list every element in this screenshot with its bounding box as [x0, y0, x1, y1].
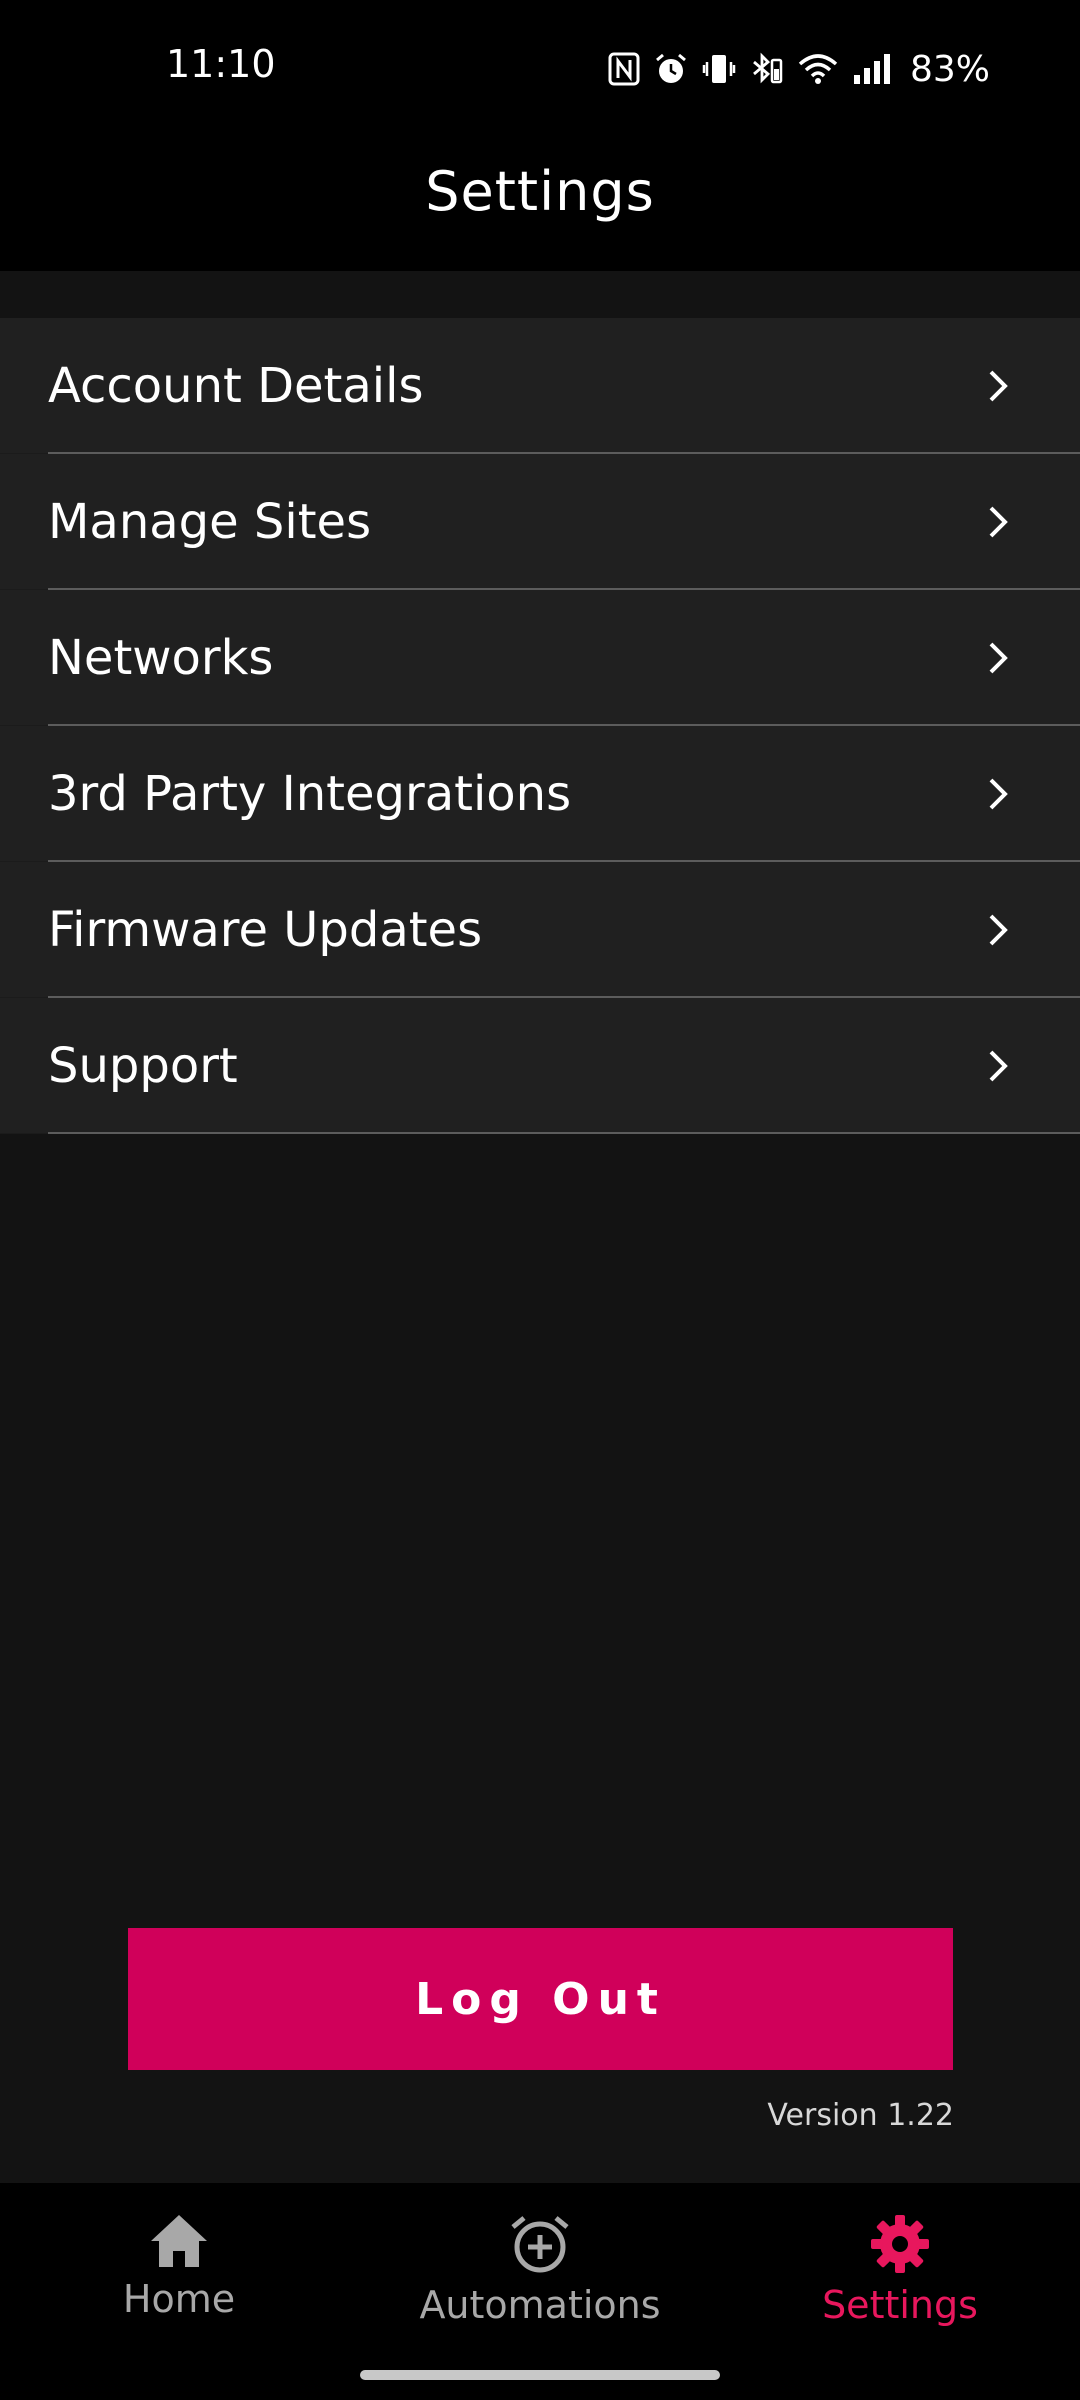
- header: Settings: [0, 135, 1080, 271]
- menu-item-label: Support: [48, 1037, 238, 1094]
- logout-button[interactable]: Log Out: [128, 1928, 953, 2070]
- menu-item-label: 3rd Party Integrations: [48, 765, 572, 822]
- page-title: Settings: [425, 159, 655, 223]
- nav-label: Home: [122, 2277, 236, 2321]
- menu-item-manage-sites[interactable]: Manage Sites: [0, 454, 1080, 590]
- vibrate-icon: [702, 55, 736, 83]
- menu-item-networks[interactable]: Networks: [0, 590, 1080, 726]
- home-icon: [151, 2215, 207, 2267]
- alarm-add-icon: [511, 2216, 569, 2273]
- bottom-nav: Home Automations Settings: [0, 2183, 1080, 2400]
- menu-item-label: Account Details: [48, 357, 424, 414]
- nav-item-home[interactable]: Home: [29, 2213, 329, 2321]
- status-bar: 11:10 83%: [0, 0, 1080, 135]
- chevron-right-icon: [989, 642, 1008, 673]
- menu-item-label: Firmware Updates: [48, 901, 483, 958]
- version-label: Version 1.22: [767, 2098, 954, 2133]
- signal-icon: [853, 54, 890, 84]
- menu-item-label: Manage Sites: [48, 493, 372, 550]
- menu-item-firmware-updates[interactable]: Firmware Updates: [0, 862, 1080, 998]
- home-indicator[interactable]: [360, 2370, 720, 2380]
- nfc-icon: [608, 52, 640, 86]
- nav-label: Settings: [822, 2283, 978, 2327]
- chevron-right-icon: [989, 370, 1008, 401]
- menu-item-label: Networks: [48, 629, 274, 686]
- chevron-right-icon: [989, 1050, 1008, 1081]
- chevron-right-icon: [989, 914, 1008, 945]
- alarm-icon: [656, 53, 686, 83]
- status-icons: 83%: [608, 44, 990, 94]
- nav-item-settings[interactable]: Settings: [750, 2213, 1050, 2327]
- menu-item-3rd-party-integrations[interactable]: 3rd Party Integrations: [0, 726, 1080, 862]
- chevron-right-icon: [989, 778, 1008, 809]
- nav-label: Automations: [419, 2283, 661, 2327]
- menu-item-support[interactable]: Support: [0, 998, 1080, 1134]
- bluetooth-icon: [753, 52, 783, 84]
- nav-item-automations[interactable]: Automations: [390, 2213, 690, 2327]
- wifi-icon: [798, 54, 838, 84]
- menu-item-account-details[interactable]: Account Details: [0, 318, 1080, 454]
- gear-icon: [871, 2215, 929, 2273]
- chevron-right-icon: [989, 506, 1008, 537]
- settings-menu: Account Details Manage Sites Networks 3r…: [0, 318, 1080, 1134]
- status-time: 11:10: [166, 42, 276, 86]
- battery-percentage: 83%: [909, 48, 990, 90]
